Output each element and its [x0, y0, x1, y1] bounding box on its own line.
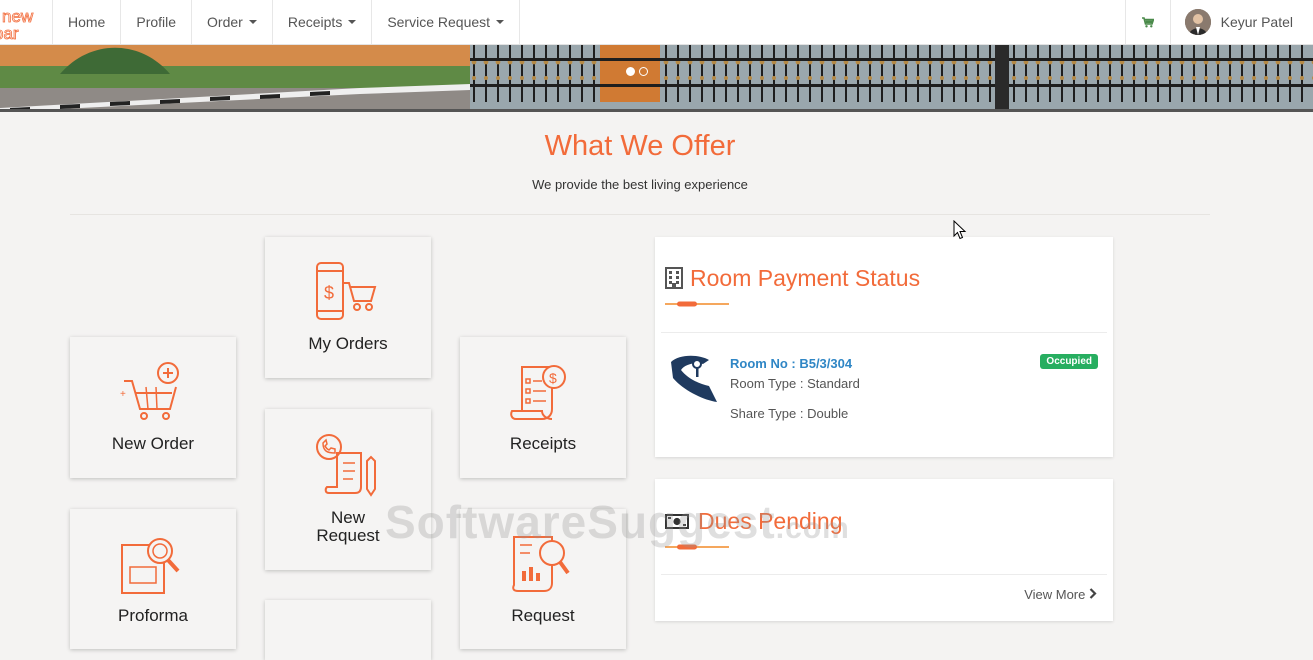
- section-title: What We Offer: [544, 130, 736, 162]
- building-icon: [665, 267, 683, 289]
- chevron-right-icon: [1089, 588, 1097, 599]
- room-payment-card: Room Payment Status Room No : B5/3/304 R…: [655, 237, 1113, 457]
- room-number: Room No : B5/3/304: [730, 356, 853, 371]
- my-orders-label: My Orders: [308, 334, 388, 353]
- watermark-text: SoftwareSuggest: [385, 496, 776, 548]
- cart-icon: [1141, 16, 1154, 27]
- nav-service-request-dropdown[interactable]: Service Request: [372, 0, 521, 44]
- room-card-title: Room Payment Status: [690, 265, 921, 291]
- svg-text:$: $: [549, 370, 557, 386]
- nav-receipts-label: Receipts: [287, 14, 343, 30]
- hero-image: [0, 44, 1313, 112]
- nav-profile[interactable]: Profile: [121, 0, 193, 44]
- svg-text:+: +: [120, 389, 126, 400]
- proforma-tile[interactable]: Proforma: [70, 509, 236, 649]
- receipt-icon: $: [510, 365, 566, 420]
- logo-text-bottom: bar: [0, 24, 19, 43]
- room-key-icon: [671, 355, 717, 402]
- top-navbar: new bar Home Profile Order Receipts Serv…: [0, 0, 1313, 45]
- section-subtitle: We provide the best living experience: [532, 177, 748, 192]
- avatar: [1184, 9, 1211, 35]
- caret-down-icon: [496, 20, 505, 24]
- caret-down-icon: [248, 20, 257, 24]
- hero-banner: [0, 44, 1313, 112]
- mouse-cursor-icon: [953, 220, 967, 240]
- room-type: Room Type : Standard: [730, 376, 860, 391]
- my-orders-tile[interactable]: $ My Orders: [265, 237, 431, 378]
- mobile-shopping-icon: $: [316, 262, 377, 320]
- view-more-link[interactable]: View More: [1024, 587, 1097, 602]
- svg-text:$: $: [324, 283, 334, 303]
- request-label: Request: [511, 606, 575, 625]
- new-order-tile[interactable]: + New Order: [70, 337, 236, 478]
- tile-partial[interactable]: [265, 600, 431, 660]
- carousel-dot-2[interactable]: [639, 67, 648, 76]
- receipts-tile[interactable]: $ Receipts: [460, 337, 626, 478]
- invoice-search-icon: [121, 538, 180, 594]
- caret-down-icon: [348, 20, 357, 24]
- service-request-icon: [316, 434, 376, 497]
- user-name: Keyur Patel: [1220, 14, 1293, 30]
- nav-right: Keyur Patel: [1124, 0, 1313, 44]
- watermark-suffix: .com: [775, 512, 850, 545]
- receipts-label: Receipts: [509, 434, 577, 453]
- title-underline: [665, 301, 729, 307]
- nav-order-label: Order: [207, 14, 243, 30]
- watermark: SoftwareSuggest.com: [385, 495, 850, 549]
- view-more-label: View More: [1024, 587, 1086, 602]
- nav-order-dropdown[interactable]: Order: [192, 0, 273, 44]
- nav-home-label: Home: [68, 14, 106, 30]
- nav-service-request-label: Service Request: [387, 14, 491, 30]
- user-menu[interactable]: Keyur Patel: [1171, 0, 1313, 44]
- nav-receipts-dropdown[interactable]: Receipts: [273, 0, 373, 44]
- carousel-dot-1[interactable]: [626, 67, 635, 76]
- share-type: Share Type : Double: [730, 406, 849, 421]
- new-order-label: New Order: [111, 434, 195, 453]
- card-divider: [661, 332, 1107, 333]
- brand-logo[interactable]: new bar: [0, 0, 40, 44]
- section-divider: [70, 214, 1210, 215]
- cart-button[interactable]: [1124, 0, 1171, 44]
- main-nav: Home Profile Order Receipts Service Requ…: [52, 0, 521, 44]
- carousel-indicators: [626, 67, 648, 76]
- proforma-label: Proforma: [118, 606, 188, 625]
- add-to-cart-icon: +: [120, 362, 179, 420]
- card-divider: [661, 574, 1107, 575]
- nav-home[interactable]: Home: [52, 0, 122, 44]
- nav-profile-label: Profile: [136, 14, 177, 30]
- status-badge: Occupied: [1040, 354, 1098, 369]
